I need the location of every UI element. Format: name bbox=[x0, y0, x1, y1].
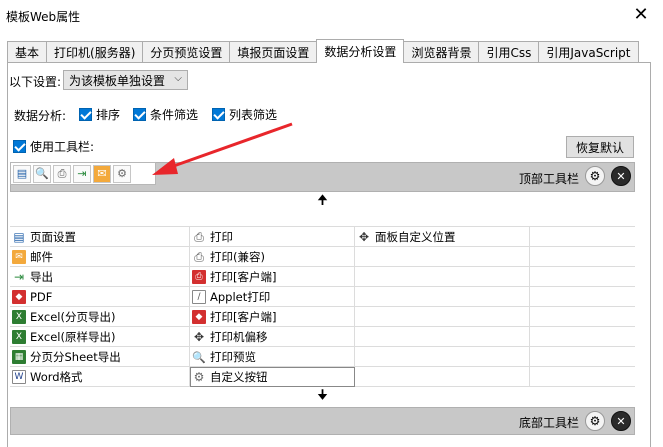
bottom-toolbar-close-icon[interactable]: ✕ bbox=[611, 411, 631, 431]
tab-basic[interactable]: 基本 bbox=[7, 41, 48, 62]
table-row: X Excel(分页导出) ◆ 打印[客户端] bbox=[10, 307, 635, 327]
grid-item[interactable]: ∕ Applet打印 bbox=[190, 287, 355, 307]
chevron-down-icon: ⌵ bbox=[174, 73, 182, 84]
grid-item[interactable]: ⚙ 自定义按钮 bbox=[190, 367, 355, 387]
table-row: ⇥ 导出 ⎙ 打印[客户端] bbox=[10, 267, 635, 287]
top-toolbar-buttons: ▤ 🔍 ⎙ ⇥ ✉ ⚙ bbox=[10, 162, 156, 185]
window-title: 模板Web属性 bbox=[6, 10, 81, 24]
page-setup-icon[interactable]: ▤ bbox=[13, 164, 31, 183]
gear-icon[interactable]: ⚙ bbox=[113, 164, 131, 183]
top-toolbar-label: 顶部工具栏 bbox=[519, 172, 580, 186]
bottom-toolbar-settings-icon[interactable]: ⚙ bbox=[585, 411, 605, 431]
bottom-toolbar-label: 底部工具栏 bbox=[519, 416, 580, 430]
grid-item[interactable]: ⎙ 打印[客户端] bbox=[190, 267, 355, 287]
tab-fill-page[interactable]: 填报页面设置 bbox=[229, 41, 318, 62]
print-preview-icon[interactable]: 🔍 bbox=[33, 164, 51, 183]
table-row: X Excel(原样导出) ✥ 打印机偏移 bbox=[10, 327, 635, 347]
tab-browser-background[interactable]: 浏览器背景 bbox=[403, 41, 480, 62]
grid-item[interactable]: ▦ 分页分Sheet导出 bbox=[10, 347, 190, 367]
move-up-icon[interactable]: 🠉 bbox=[10, 193, 635, 211]
grid-item[interactable]: ⎙ 打印(兼容) bbox=[190, 247, 355, 267]
restore-default-button[interactable]: 恢复默认 bbox=[566, 136, 634, 158]
button-grid: ▤ 页面设置 ⎙ 打印 ✥ 面板自定义位置 ✉ 邮件 ⎙ 打印(兼容) ⇥ 导出 ⎙ 打印[客… bbox=[10, 226, 635, 387]
sort-checkbox[interactable]: 排序 bbox=[79, 106, 120, 123]
settings-select-value: 为该模板单独设置 bbox=[69, 73, 166, 88]
print-icon[interactable]: ⎙ bbox=[53, 164, 71, 183]
grid-item[interactable]: ✉ 邮件 bbox=[10, 247, 190, 267]
tab-data-analysis[interactable]: 数据分析设置 bbox=[316, 39, 405, 63]
tab-printer-server[interactable]: 打印机(服务器) bbox=[46, 41, 144, 62]
email-icon[interactable]: ✉ bbox=[93, 164, 111, 183]
grid-item[interactable]: ◆ PDF bbox=[10, 287, 190, 307]
tab-page-preview[interactable]: 分页预览设置 bbox=[142, 41, 231, 62]
close-icon[interactable]: ✕ bbox=[631, 5, 651, 25]
tab-bar: 基本 打印机(服务器) 分页预览设置 填报页面设置 数据分析设置 浏览器背景 引… bbox=[7, 39, 639, 63]
move-down-icon[interactable]: 🠋 bbox=[10, 388, 635, 406]
grid-item[interactable]: ◆ 打印[客户端] bbox=[190, 307, 355, 327]
grid-item[interactable]: ✥ 打印机偏移 bbox=[190, 327, 355, 347]
tab-css[interactable]: 引用Css bbox=[478, 41, 540, 62]
top-toolbar-close-icon[interactable]: ✕ bbox=[611, 166, 631, 186]
table-row: ✉ 邮件 ⎙ 打印(兼容) bbox=[10, 247, 635, 267]
data-analysis-label: 数据分析: bbox=[14, 109, 67, 123]
grid-item[interactable]: ⇥ 导出 bbox=[10, 267, 190, 287]
top-toolbar-settings-icon[interactable]: ⚙ bbox=[585, 166, 605, 186]
table-row: ◆ PDF ∕ Applet打印 bbox=[10, 287, 635, 307]
grid-item[interactable]: ✥ 面板自定义位置 bbox=[355, 227, 530, 247]
checkbox-checked-icon bbox=[13, 140, 26, 153]
checkbox-checked-icon bbox=[79, 108, 92, 121]
grid-item[interactable]: ▤ 页面设置 bbox=[10, 227, 190, 247]
title-bar bbox=[0, 0, 663, 32]
annotation-arrow bbox=[152, 122, 293, 175]
settings-label: 以下设置: bbox=[9, 75, 62, 89]
use-toolbar-label: 使用工具栏: bbox=[30, 140, 95, 154]
settings-select[interactable]: 为该模板单独设置 ⌵ bbox=[63, 70, 188, 90]
grid-item[interactable]: X Excel(分页导出) bbox=[10, 307, 190, 327]
grid-item[interactable]: X Excel(原样导出) bbox=[10, 327, 190, 347]
grid-item[interactable]: ⎙ 打印 bbox=[190, 227, 355, 247]
table-row: W Word格式 ⚙ 自定义按钮 bbox=[10, 367, 635, 387]
table-row: ▦ 分页分Sheet导出 🔍 打印预览 bbox=[10, 347, 635, 367]
sort-label: 排序 bbox=[96, 108, 121, 122]
use-toolbar-checkbox[interactable]: 使用工具栏: bbox=[13, 138, 94, 155]
grid-item[interactable]: W Word格式 bbox=[10, 367, 190, 387]
tab-javascript[interactable]: 引用JavaScript bbox=[538, 41, 639, 62]
export-icon[interactable]: ⇥ bbox=[73, 164, 91, 183]
table-row: ▤ 页面设置 ⎙ 打印 ✥ 面板自定义位置 bbox=[10, 227, 635, 247]
grid-item[interactable]: 🔍 打印预览 bbox=[190, 347, 355, 367]
